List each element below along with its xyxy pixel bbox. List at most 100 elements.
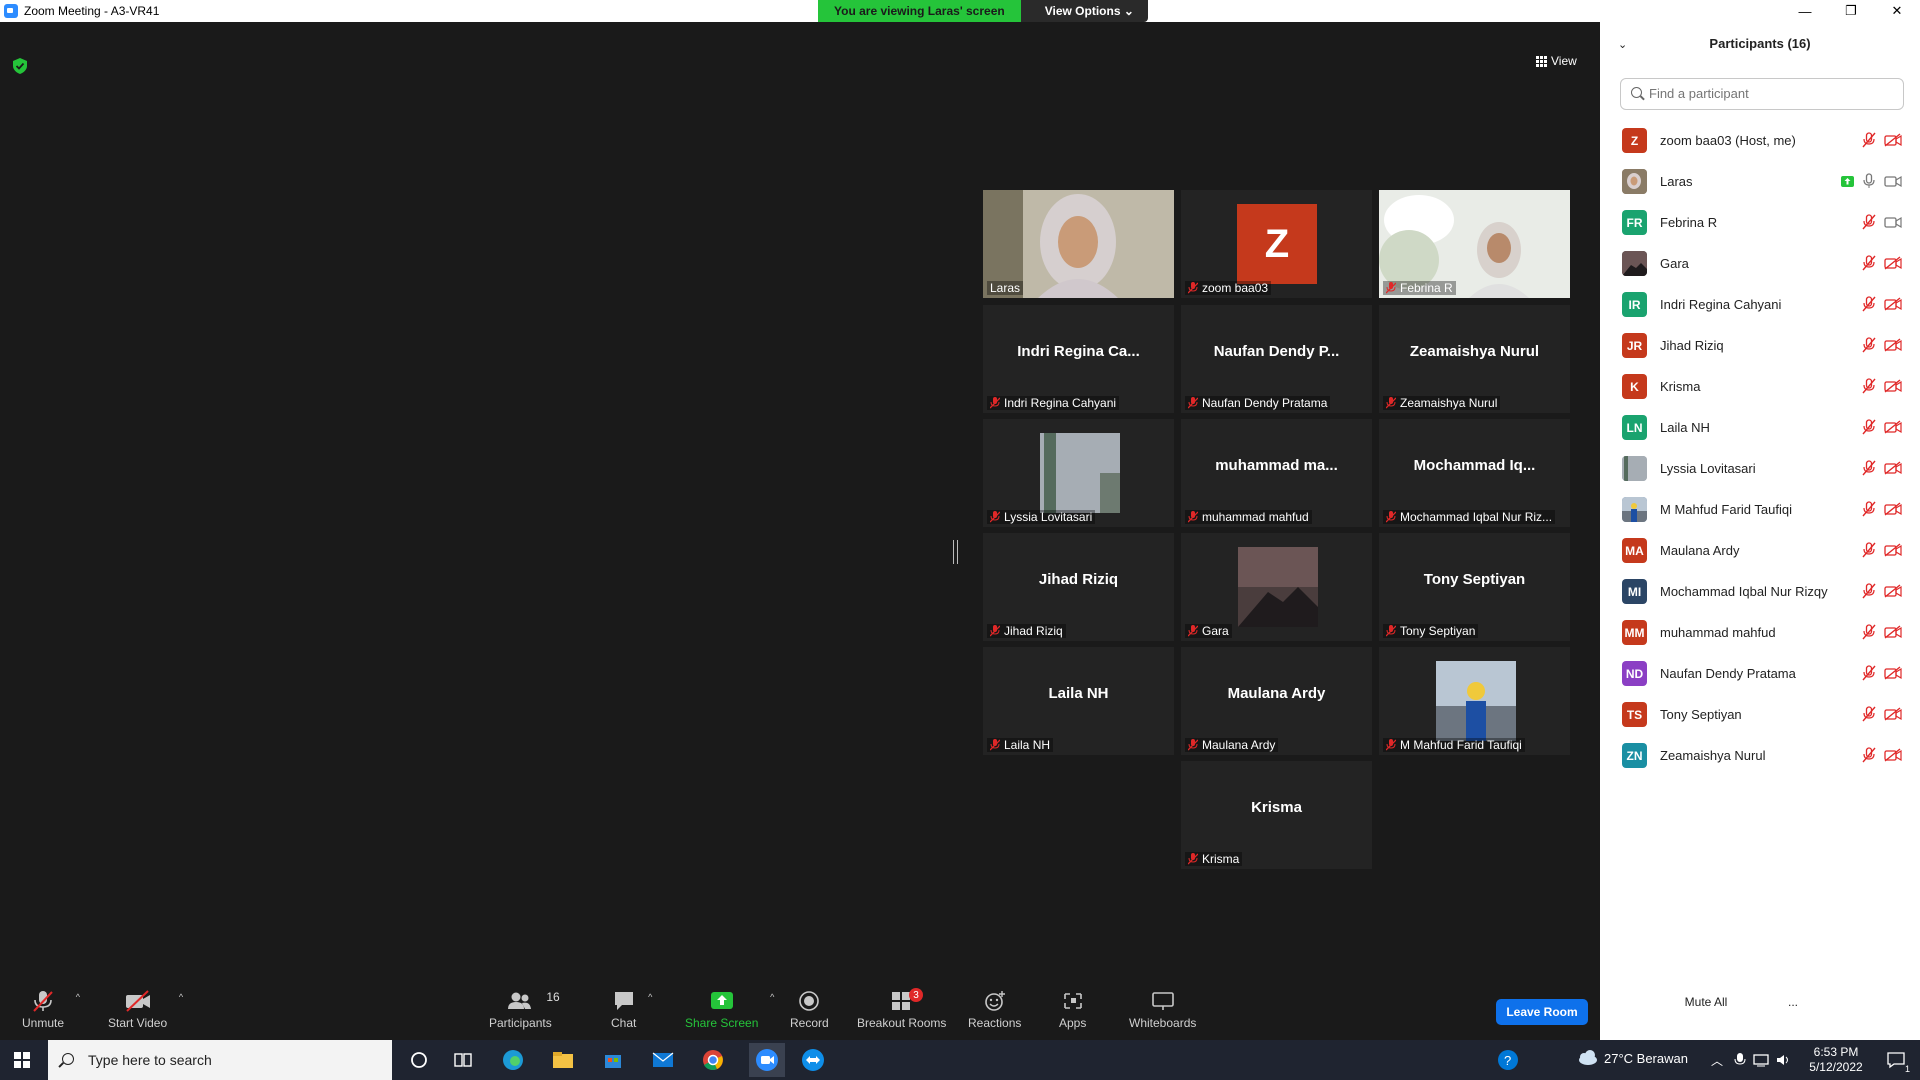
video-tile[interactable]: Indri Regina Ca... Indri Regina Cahyani xyxy=(983,305,1174,413)
participant-row[interactable]: LN Laila NH xyxy=(1600,407,1920,448)
tile-label: Indri Regina Cahyani xyxy=(987,396,1120,410)
participant-name: Zeamaishya Nurul xyxy=(1660,748,1766,763)
clock-date: 5/12/2022 xyxy=(1809,1060,1863,1074)
video-tile[interactable]: Febrina R xyxy=(1379,190,1570,298)
weather-widget[interactable]: 27°C Berawan xyxy=(1576,1050,1688,1066)
more-options-button[interactable]: ... xyxy=(1778,990,1808,1014)
reactions-button[interactable]: Reactions xyxy=(968,990,1021,1030)
video-tile[interactable]: M Mahfud Farid Taufiqi xyxy=(1379,647,1570,755)
whiteboards-button[interactable]: Whiteboards xyxy=(1129,990,1196,1030)
file-explorer-icon[interactable] xyxy=(549,1046,577,1074)
video-tile[interactable]: Tony Septiyan Tony Septiyan xyxy=(1379,533,1570,641)
video-tile[interactable]: Naufan Dendy P... Naufan Dendy Pratama xyxy=(1181,305,1372,413)
mic-muted-icon xyxy=(990,511,1000,523)
window-title: Zoom Meeting - A3-VR41 xyxy=(24,4,160,18)
view-options-button[interactable]: View Options ⌄ xyxy=(1020,0,1148,22)
tile-label: Febrina R xyxy=(1383,281,1456,295)
video-options-caret[interactable]: ^ xyxy=(179,992,183,1002)
windows-start-icon[interactable] xyxy=(14,1052,30,1068)
help-icon[interactable]: ? xyxy=(1494,1046,1522,1074)
avatar xyxy=(1622,169,1647,194)
participant-row[interactable]: Laras xyxy=(1600,161,1920,202)
mute-all-button[interactable]: Mute All xyxy=(1662,990,1750,1014)
zoom-app-icon xyxy=(4,4,18,18)
participant-name: zoom baa03 (Host, me) xyxy=(1660,133,1796,148)
video-tile[interactable]: Laras xyxy=(983,190,1174,298)
participant-row[interactable]: ND Naufan Dendy Pratama xyxy=(1600,653,1920,694)
start-video-button[interactable]: Start Video ^ xyxy=(108,990,183,1030)
close-button[interactable]: ✕ xyxy=(1874,0,1920,22)
video-tile[interactable]: Laila NH Laila NH xyxy=(983,647,1174,755)
cortana-icon[interactable] xyxy=(405,1046,433,1074)
mic-muted-icon xyxy=(1862,337,1876,353)
participant-row[interactable]: ZN Zeamaishya Nurul xyxy=(1600,735,1920,776)
restore-button[interactable]: ❐ xyxy=(1828,0,1874,22)
chrome-icon[interactable] xyxy=(699,1046,727,1074)
taskbar-clock[interactable]: 6:53 PM 5/12/2022 xyxy=(1806,1045,1866,1075)
avatar: Z xyxy=(1622,128,1647,153)
leave-room-button[interactable]: Leave Room xyxy=(1496,999,1588,1025)
video-tile[interactable]: Maulana Ardy Maulana Ardy xyxy=(1181,647,1372,755)
participant-row[interactable]: MA Maulana Ardy xyxy=(1600,530,1920,571)
microphone-icon xyxy=(1863,173,1875,188)
video-tile[interactable]: Krisma Krisma xyxy=(1181,761,1372,869)
video-tile[interactable]: Gara xyxy=(1181,533,1372,641)
mic-muted-icon xyxy=(1188,397,1198,409)
teamviewer-icon[interactable] xyxy=(799,1046,827,1074)
edge-icon[interactable] xyxy=(499,1046,527,1074)
volume-icon[interactable] xyxy=(1770,1046,1798,1074)
mic-muted-icon xyxy=(990,739,1000,751)
mail-icon[interactable] xyxy=(649,1046,677,1074)
taskbar-search[interactable]: Type here to search xyxy=(48,1040,392,1080)
video-tile[interactable]: Z zoom baa03 xyxy=(1181,190,1372,298)
participant-status-icons xyxy=(1862,460,1902,476)
video-off-icon xyxy=(125,990,150,1012)
unmute-button[interactable]: Unmute ^ xyxy=(22,990,80,1030)
avatar: IR xyxy=(1622,292,1647,317)
participants-button[interactable]: Participants 16 xyxy=(489,990,560,1030)
share-options-caret[interactable]: ^ xyxy=(770,992,774,1002)
participant-row[interactable]: MI Mochammad Iqbal Nur Rizqy xyxy=(1600,571,1920,612)
participant-row[interactable]: Gara xyxy=(1600,243,1920,284)
participant-row[interactable]: MM muhammad mahfud xyxy=(1600,612,1920,653)
notifications-icon[interactable]: 1 xyxy=(1882,1046,1910,1074)
store-icon[interactable] xyxy=(599,1046,627,1074)
tile-center-name: muhammad ma... xyxy=(1215,457,1338,474)
video-tile[interactable]: Mochammad Iq... Mochammad Iqbal Nur Riz.… xyxy=(1379,419,1570,527)
video-tile[interactable]: Zeamaishya Nurul Zeamaishya Nurul xyxy=(1379,305,1570,413)
participant-search[interactable] xyxy=(1620,78,1904,110)
participant-row[interactable]: Lyssia Lovitasari xyxy=(1600,448,1920,489)
video-tile[interactable]: Lyssia Lovitasari xyxy=(983,419,1174,527)
video-tile[interactable]: muhammad ma... muhammad mahfud xyxy=(1181,419,1372,527)
security-shield-icon[interactable] xyxy=(13,58,27,74)
participant-row[interactable]: TS Tony Septiyan xyxy=(1600,694,1920,735)
chat-options-caret[interactable]: ^ xyxy=(648,992,652,1002)
participant-name: Laras xyxy=(1660,174,1693,189)
participant-row[interactable]: K Krisma xyxy=(1600,366,1920,407)
zoom-taskbar-icon[interactable] xyxy=(749,1043,785,1077)
tile-center-name: Laila NH xyxy=(1048,685,1109,702)
participant-row[interactable]: IR Indri Regina Cahyani xyxy=(1600,284,1920,325)
video-off-icon xyxy=(1884,379,1902,393)
record-button[interactable]: Record xyxy=(790,990,829,1030)
video-tile[interactable]: Jihad Riziq Jihad Riziq xyxy=(983,533,1174,641)
panel-title: Participants (16) xyxy=(1709,36,1811,51)
share-screen-button[interactable]: Share Screen ^ xyxy=(685,990,774,1030)
breakout-rooms-label: Breakout Rooms xyxy=(857,1016,947,1030)
minimize-button[interactable]: — xyxy=(1782,0,1828,22)
tile-label: Zeamaishya Nurul xyxy=(1383,396,1501,410)
participant-search-input[interactable] xyxy=(1647,85,1891,102)
mic-muted-icon xyxy=(1862,255,1876,271)
apps-button[interactable]: Apps xyxy=(1059,990,1086,1030)
chat-button[interactable]: Chat ^ xyxy=(611,990,652,1030)
tile-name: Febrina R xyxy=(1400,281,1453,295)
participant-row[interactable]: M Mahfud Farid Taufiqi xyxy=(1600,489,1920,530)
audio-options-caret[interactable]: ^ xyxy=(76,992,80,1002)
participant-row[interactable]: Zzoom baa03 (Host, me) xyxy=(1600,120,1920,161)
participant-row[interactable]: JR Jihad Riziq xyxy=(1600,325,1920,366)
task-view-icon[interactable] xyxy=(449,1046,477,1074)
splitter-handle[interactable] xyxy=(953,540,958,564)
breakout-rooms-button[interactable]: Breakout Rooms 3 xyxy=(857,988,947,1030)
participant-row[interactable]: FR Febrina R xyxy=(1600,202,1920,243)
view-layout-button[interactable]: View xyxy=(1536,54,1577,68)
